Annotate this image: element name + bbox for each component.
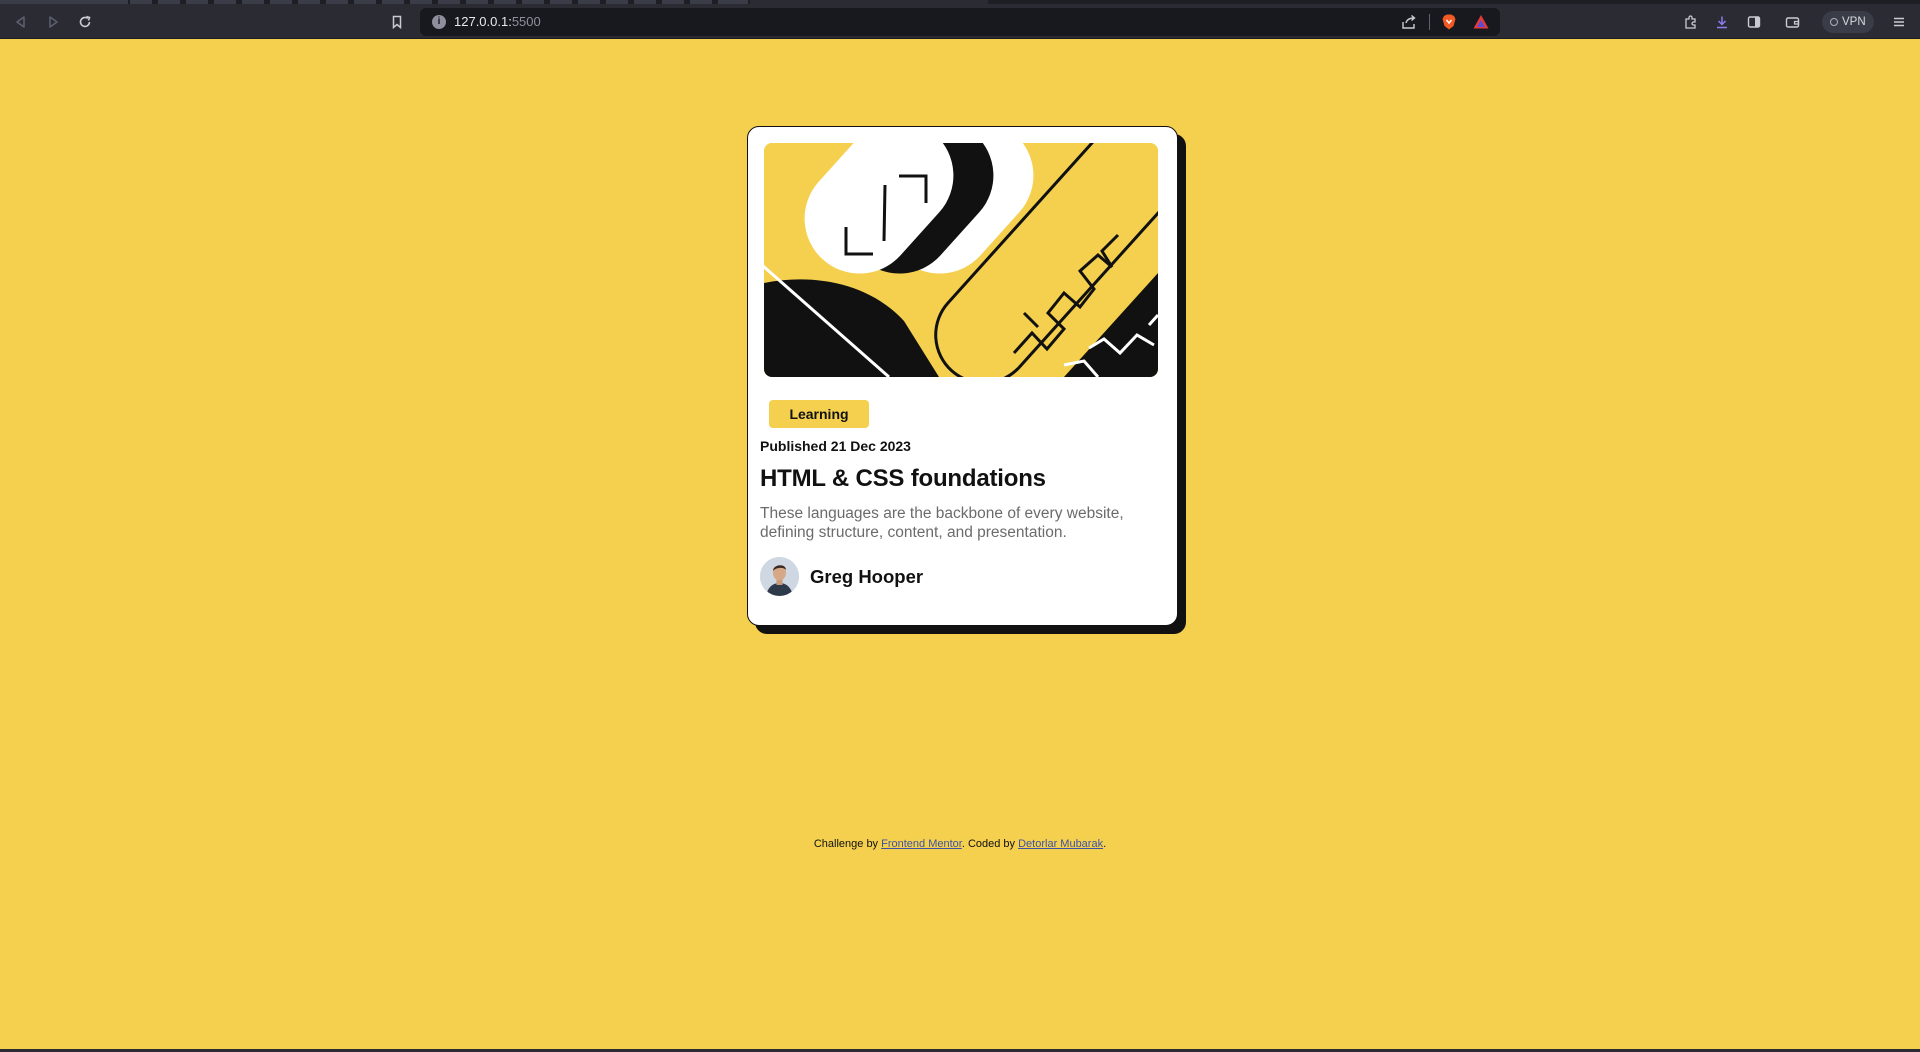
attribution: Challenge by Frontend Mentor. Coded by D… bbox=[0, 838, 1920, 850]
url-text[interactable]: 127.0.0.1:5500 bbox=[454, 14, 541, 29]
author-link[interactable]: Detorlar Mubarak bbox=[1018, 838, 1103, 850]
browser-toolbar: i 127.0.0.1:5500 VPN bbox=[0, 4, 1920, 39]
address-bar[interactable]: i 127.0.0.1:5500 bbox=[420, 8, 1500, 36]
wallet-icon[interactable] bbox=[1779, 9, 1805, 35]
blog-card: Learning Published 21 Dec 2023 HTML & CS… bbox=[747, 126, 1178, 626]
card-title[interactable]: HTML & CSS foundations bbox=[760, 465, 1046, 493]
site-info-icon[interactable]: i bbox=[432, 15, 446, 29]
back-icon[interactable] bbox=[8, 9, 34, 35]
brave-rewards-icon[interactable] bbox=[1472, 13, 1490, 31]
card-description: These languages are the backbone of ever… bbox=[760, 505, 1124, 541]
vpn-button[interactable]: VPN bbox=[1822, 11, 1874, 33]
forward-icon[interactable] bbox=[40, 9, 66, 35]
author-name: Greg Hooper bbox=[810, 565, 924, 587]
divider bbox=[1429, 14, 1430, 30]
card-illustration bbox=[764, 143, 1158, 377]
category-tag: Learning bbox=[769, 400, 869, 428]
brave-shields-icon[interactable] bbox=[1440, 13, 1458, 31]
reload-icon[interactable] bbox=[72, 9, 98, 35]
frontend-mentor-link[interactable]: Frontend Mentor bbox=[881, 838, 962, 850]
extensions-icon[interactable] bbox=[1677, 9, 1703, 35]
published-date: Published 21 Dec 2023 bbox=[760, 438, 911, 454]
avatar bbox=[760, 557, 799, 596]
vpn-label: VPN bbox=[1842, 16, 1866, 28]
attribution-text: Challenge by bbox=[813, 838, 882, 850]
download-icon[interactable] bbox=[1709, 9, 1735, 35]
bookmark-icon[interactable] bbox=[384, 9, 410, 35]
author: Greg Hooper bbox=[760, 557, 923, 596]
vpn-status-icon bbox=[1830, 18, 1838, 26]
menu-icon[interactable] bbox=[1886, 9, 1912, 35]
attribution-text: . bbox=[1103, 838, 1107, 850]
sidebar-icon[interactable] bbox=[1741, 9, 1767, 35]
share-icon[interactable] bbox=[1400, 13, 1418, 31]
attribution-text: . Coded by bbox=[961, 838, 1019, 850]
